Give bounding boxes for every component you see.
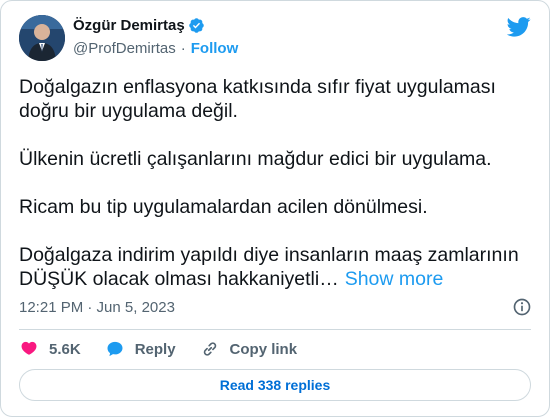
reply-bubble-icon [107,341,123,357]
author-handle[interactable]: @ProfDemirtas [73,40,176,57]
tweet-timestamp[interactable]: 12:21 PM · Jun 5, 2023 [19,299,175,316]
tweet-paragraph: Ülkenin ücretli çalışanlarını mağdur edi… [19,148,492,170]
tweet-paragraph-truncated: Doğalgaza indirim yapıldı diye insanları… [19,243,539,291]
tweet-text: Doğalgazın enflasyona katkısında sıfır f… [19,75,539,291]
reply-label: Reply [134,340,176,358]
follow-button[interactable]: Follow [191,40,239,57]
author-name-row[interactable]: Özgür Demirtaş [73,17,205,34]
copy-link-label: Copy link [229,340,298,358]
tweet-embed-card: Özgür Demirtaş @ProfDemirtas · Follow Do… [0,0,550,417]
verified-badge-icon [188,18,204,33]
tweet-paragraph: Ricam bu tip uygulamalardan acilen dönül… [19,196,428,218]
tweet-paragraph-last: Doğalgaza indirim yapıldı diye insanları… [19,244,519,290]
author-handle-row: @ProfDemirtas · Follow [73,40,238,57]
avatar[interactable] [19,15,65,61]
separator-dot: · [180,40,186,57]
action-bar: 5.6K Reply Copy link [19,339,321,359]
divider [19,329,531,330]
reply-button[interactable]: Reply [105,339,176,359]
tweet-paragraph: Doğalgazın enflasyona katkısında sıfır f… [19,76,496,122]
info-icon[interactable] [512,297,532,317]
like-count: 5.6K [49,340,81,358]
show-more-link[interactable]: Show more [345,268,444,290]
twitter-bird-icon[interactable] [507,17,531,37]
heart-icon [21,341,37,355]
read-replies-button[interactable]: Read 338 replies [19,369,531,401]
like-button[interactable]: 5.6K [19,339,81,359]
link-icon [203,342,216,356]
author-name[interactable]: Özgür Demirtaş [73,17,185,34]
copy-link-button[interactable]: Copy link [200,339,298,359]
